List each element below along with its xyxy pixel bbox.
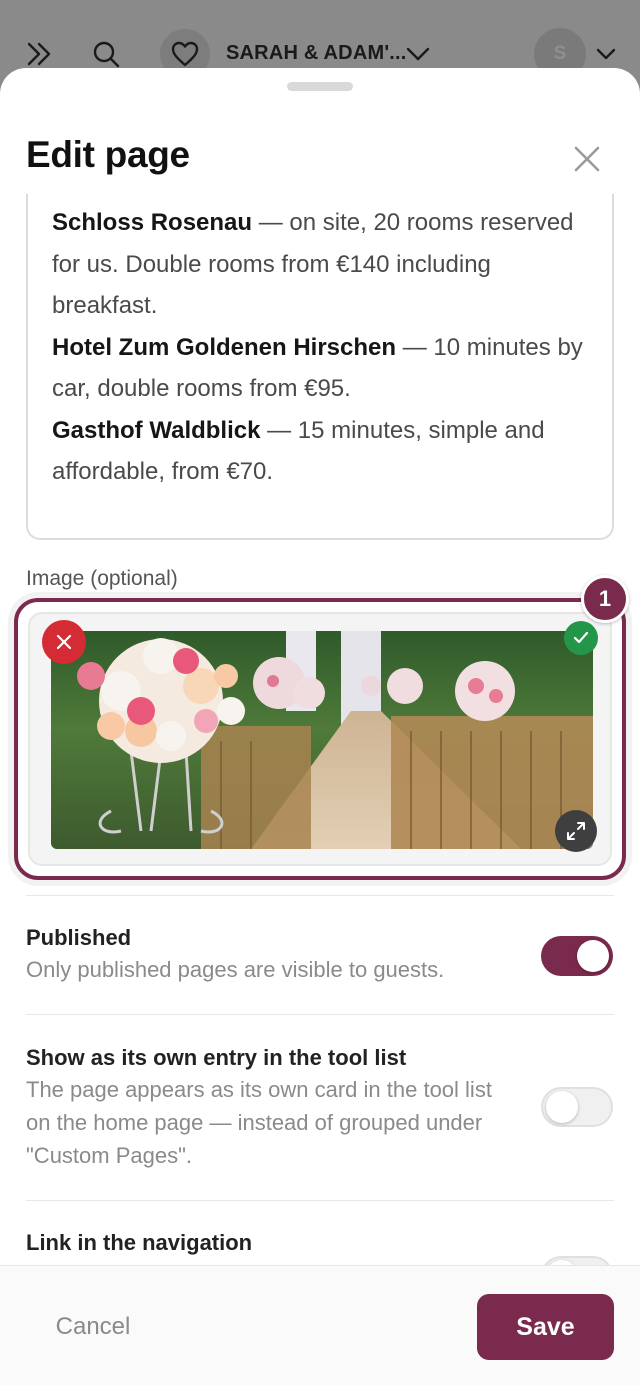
entry-name: Schloss Rosenau (52, 209, 253, 236)
navigation-link-title: Link in the navigation (26, 1230, 253, 1255)
entry-name: Hotel Zum Goldenen Hirschen (52, 333, 397, 361)
wedding-photo[interactable] (51, 631, 593, 849)
image-frame (28, 612, 612, 866)
content-editor[interactable]: Schloss Rosenau — on site, 20 rooms rese… (26, 194, 614, 540)
divider (26, 895, 614, 896)
tool-list-title: Show as its own entry in the tool list (26, 1045, 407, 1070)
sheet-footer: Cancel Save (0, 1265, 640, 1385)
check-icon[interactable] (564, 621, 598, 655)
image-label: Image (optional) (26, 567, 178, 590)
image-upload-card[interactable] (14, 598, 626, 880)
published-toggle[interactable] (541, 936, 613, 976)
content-text: Schloss Rosenau — on site, 20 rooms rese… (52, 202, 592, 493)
remove-icon[interactable] (42, 620, 86, 664)
save-button[interactable]: Save (477, 1294, 614, 1360)
entry-name: Gasthof Waldblick (52, 416, 261, 444)
tool-list-toggle[interactable] (541, 1087, 613, 1127)
close-icon[interactable] (566, 138, 608, 180)
expand-icon[interactable] (555, 810, 597, 852)
wedding-selector[interactable]: SARAH & ADAM'... (226, 42, 407, 65)
divider (26, 1200, 614, 1201)
page-title: Edit page (26, 134, 190, 175)
sheet-grabber[interactable] (287, 82, 353, 91)
divider (26, 1014, 614, 1015)
tool-list-description: The page appears as its own card in the … (26, 1077, 492, 1168)
published-description: Only published pages are visible to gues… (26, 957, 445, 982)
image-count-badge: 1 (581, 575, 629, 623)
published-title: Published (26, 925, 132, 950)
edit-page-sheet: Edit page Schloss Rosenau — on site, 20 … (0, 68, 640, 1385)
toggle-knob (546, 1091, 578, 1123)
toggle-knob (577, 940, 609, 972)
cancel-button[interactable]: Cancel (26, 1294, 160, 1360)
